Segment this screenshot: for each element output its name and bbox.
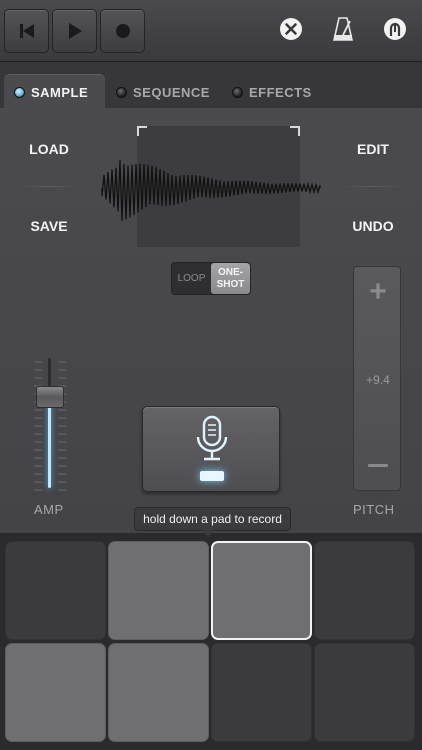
tab-indicator-led [232,86,243,98]
waveform [101,160,321,221]
pad-4[interactable] [314,541,415,640]
divider [341,186,405,187]
undo-button[interactable]: UNDO [333,218,413,234]
loop-option[interactable]: LOOP [172,263,211,294]
pitch-up-button[interactable]: + [354,277,402,307]
save-button[interactable]: SAVE [9,218,89,234]
pad-7[interactable] [211,643,312,742]
sample-panel: LOAD SAVE EDIT UNDO LOOP ONE- SHOT + +9.… [0,108,422,534]
power-button[interactable] [382,17,408,46]
edit-button[interactable]: EDIT [333,141,413,157]
crop-corner-top-right[interactable] [290,126,300,136]
power-icon [383,17,407,46]
playback-mode-toggle[interactable]: LOOP ONE- SHOT [171,262,251,295]
pad-1[interactable] [5,541,106,640]
tab-bar: SAMPLE SEQUENCE EFFECTS [0,62,422,110]
pad-grid [0,534,422,750]
pad-2[interactable] [108,541,209,640]
record-icon [115,23,131,39]
record-button[interactable] [100,9,145,53]
one-shot-label-line2: SHOT [216,278,245,290]
play-icon [67,22,83,40]
pad-3[interactable] [211,541,312,640]
skip-back-button[interactable] [4,9,49,53]
amp-fader[interactable] [30,358,70,493]
pitch-down-button[interactable] [368,464,388,467]
pitch-slider[interactable]: + +9.4 [353,266,401,491]
close-button[interactable] [278,17,304,46]
pad-6[interactable] [108,643,209,742]
amp-fader-handle[interactable] [36,386,64,408]
pad-5[interactable] [5,643,106,742]
close-icon [279,17,303,46]
pad-8[interactable] [314,643,415,742]
one-shot-option[interactable]: ONE- SHOT [211,263,250,294]
metronome-button[interactable] [330,16,356,47]
pitch-value: +9.4 [366,373,390,387]
tab-label: SAMPLE [31,84,89,100]
crop-corner-top-left[interactable] [137,126,147,136]
record-hint-tooltip: hold down a pad to record [134,507,291,531]
tab-effects[interactable]: EFFECTS [222,74,322,110]
skip-back-icon [18,23,36,39]
play-button[interactable] [52,9,97,53]
one-shot-label-line1: ONE- [218,266,243,278]
microphone-icon [193,415,231,472]
pitch-label: PITCH [353,502,395,517]
tab-label: SEQUENCE [133,84,210,100]
tab-sample[interactable]: SAMPLE [4,74,105,110]
tooltip-arrow [202,530,214,537]
tab-indicator-led [116,86,127,98]
record-status-led [200,471,224,481]
tab-indicator-led [14,86,25,98]
transport-controls [4,9,145,53]
divider [17,186,81,187]
amp-label: AMP [34,502,64,517]
tab-label: EFFECTS [249,84,312,100]
metronome-icon [332,16,354,47]
top-toolbar [0,0,422,62]
load-button[interactable]: LOAD [9,141,89,157]
tab-sequence[interactable]: SEQUENCE [106,74,218,110]
record-sample-button[interactable] [142,406,280,492]
